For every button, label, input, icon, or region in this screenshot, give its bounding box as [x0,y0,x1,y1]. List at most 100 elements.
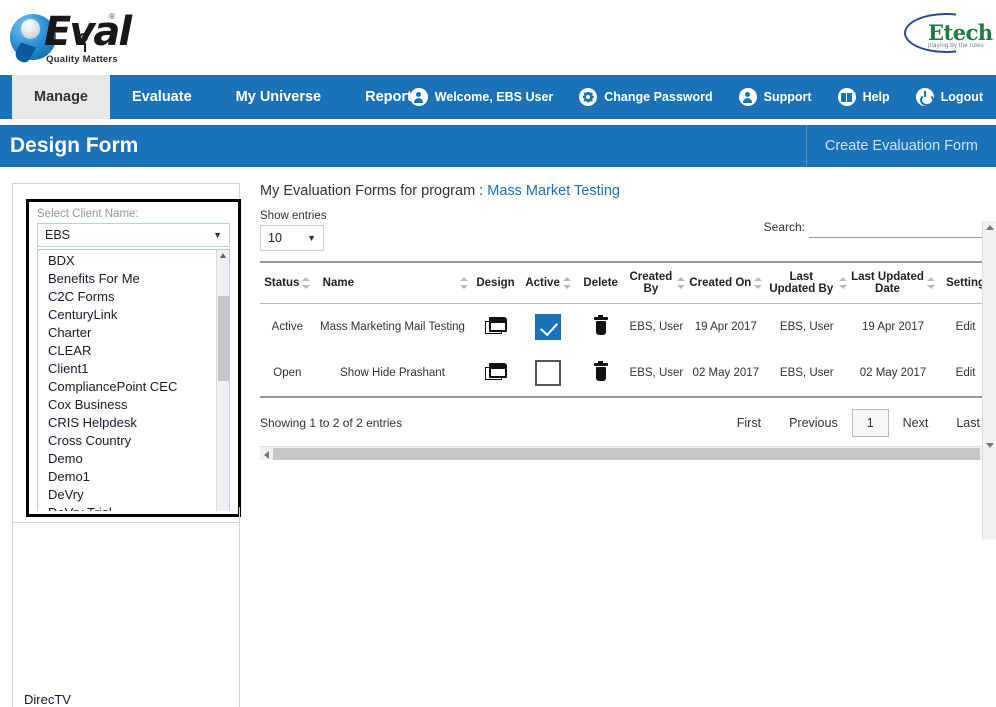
column-header-last-updated-by[interactable]: Last Updated By [764,262,849,304]
client-option[interactable]: Benefits For Me [42,270,216,288]
pagination-previous[interactable]: Previous [775,412,852,434]
nav-welcome-label: Welcome, EBS User [434,90,554,104]
client-panel: Select Client Name: EBS ▼ BDX Benefits F… [12,183,241,523]
column-label: Last Updated Date [851,271,924,295]
chevron-down-icon: ▼ [213,230,222,240]
client-option[interactable]: CLEAR [42,342,216,360]
nav-tab-label: Evaluate [132,89,192,105]
sort-icon[interactable] [302,277,311,289]
column-header-last-updated-date[interactable]: Last Updated Date [848,262,938,304]
cell-delete[interactable] [575,350,625,397]
client-select-highlight: Select Client Name: EBS ▼ BDX Benefits F… [26,199,241,517]
page-title: Design Form [10,134,139,157]
client-option[interactable]: Demo1 [42,468,216,486]
create-evaluation-form-button[interactable]: Create Evaluation Form [805,125,996,167]
column-label: Status [264,277,300,289]
page-titlebar: Design Form Create Evaluation Form [0,125,996,167]
client-option[interactable]: BDX [42,252,216,270]
scroll-up-icon[interactable] [220,253,226,258]
scrollbar-thumb[interactable] [273,448,980,460]
nav-tab-manage[interactable]: Manage [12,75,110,119]
qeval-key-icon [79,33,88,52]
sort-icon[interactable] [927,277,936,289]
main-navigation: Manage Evaluate My Universe Reports Welc… [0,75,996,119]
sort-icon[interactable] [676,277,685,289]
nav-logout[interactable]: Logout [903,88,996,106]
cell-name: Mass Marketing Mail Testing [320,321,465,333]
client-option[interactable]: Demo [42,450,216,468]
folder-image-icon[interactable] [484,363,507,380]
trash-icon[interactable] [593,314,608,335]
column-header-status[interactable]: Status [260,262,315,304]
nav-change-password[interactable]: Change Password [566,88,725,106]
nav-welcome-user[interactable]: Welcome, EBS User [397,88,567,106]
power-icon [915,88,934,106]
entries-value: 10 [268,231,282,245]
table-body: Active Mass Marketing Mail Testing EBS, … [260,304,994,398]
client-option[interactable]: CRIS Helpdesk [42,414,216,432]
cell-active[interactable] [521,304,576,351]
trash-icon[interactable] [593,360,608,381]
search-input[interactable] [809,216,994,238]
sort-icon[interactable] [838,277,847,289]
pagination-first[interactable]: First [723,412,775,434]
horizontal-scrollbar[interactable] [260,446,994,460]
client-option[interactable]: CenturyLink [42,306,216,324]
book-icon [837,88,856,106]
sort-icon[interactable] [460,277,469,289]
client-option[interactable]: DeVry [42,486,216,504]
qeval-logo: Eval ® Quality Matters [8,6,132,70]
cell-delete[interactable] [575,304,625,351]
client-option-items: BDX Benefits For Me C2C Forms CenturyLin… [38,250,216,511]
scroll-left-icon[interactable] [264,451,269,459]
cell-last-updated-by: EBS, User [779,367,834,379]
scroll-up-icon[interactable] [986,225,994,230]
cell-design[interactable] [470,304,520,351]
nav-support[interactable]: Support [726,88,825,106]
forms-panel: My Evaluation Forms for program : Mass M… [260,183,994,523]
nav-logout-label: Logout [940,90,983,104]
search-group: Search: [764,216,994,238]
nav-tab-my-universe[interactable]: My Universe [214,75,343,119]
client-option-overflow[interactable]: DirecTV [24,692,71,707]
client-option-list[interactable]: BDX Benefits For Me C2C Forms CenturyLin… [37,249,230,511]
client-select-input[interactable]: EBS ▼ [37,223,230,247]
column-header-created-on[interactable]: Created On [686,262,765,304]
nav-tab-label: My Universe [235,89,322,105]
sort-icon[interactable] [754,277,763,289]
column-header-delete[interactable]: Delete [575,262,626,304]
client-option[interactable]: Cross Country [42,432,216,450]
entries-select[interactable]: 10 ▼ [260,225,324,251]
gear-icon [579,88,598,106]
active-checkbox[interactable] [535,314,562,340]
scrollbar-thumb[interactable] [218,296,229,381]
column-header-created-by[interactable]: Created By [625,262,687,304]
active-checkbox[interactable] [535,360,562,386]
client-option[interactable]: C2C Forms [42,288,216,306]
cell-created-on: 19 Apr 2017 [694,321,757,333]
evaluation-forms-table: Status Name Design Active Delete Created… [260,261,994,398]
qeval-tagline: Quality Matters [46,54,118,65]
column-header-active[interactable]: Active [520,262,576,304]
client-option[interactable]: Cox Business [42,396,216,414]
pagination-page-1[interactable]: 1 [851,409,889,437]
client-option[interactable]: Charter [42,324,216,342]
column-header-design[interactable]: Design [470,262,521,304]
pagination-next[interactable]: Next [889,412,943,434]
column-label: Last Updated By [769,271,834,295]
sort-icon[interactable] [562,277,571,289]
client-option[interactable]: Client1 [42,360,216,378]
column-header-name[interactable]: Name [314,262,471,304]
folder-image-icon[interactable] [484,317,507,334]
cell-design[interactable] [470,350,520,397]
client-option[interactable]: CompliancePoint CEC [42,378,216,396]
program-name-link[interactable]: Mass Market Testing [487,183,620,199]
table-controls: Show entries 10 ▼ Search: [260,210,994,251]
client-select-value: EBS [45,228,71,242]
nav-tab-evaluate[interactable]: Evaluate [110,75,214,119]
nav-help[interactable]: Help [825,88,903,106]
option-list-scrollbar[interactable] [216,250,229,511]
cell-active[interactable] [521,350,576,397]
scroll-down-icon[interactable] [986,443,994,448]
page-vertical-scrollbar[interactable] [982,221,996,540]
